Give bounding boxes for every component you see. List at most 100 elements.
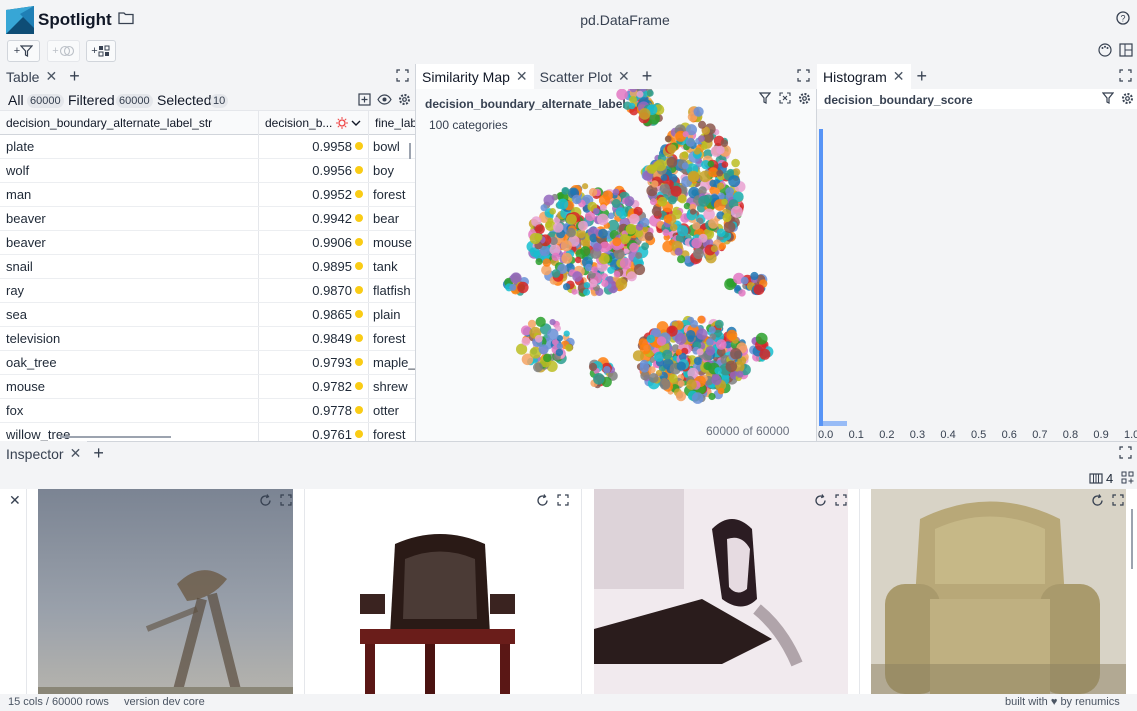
maximize-icon[interactable] [396,69,409,82]
scatter-point[interactable] [725,187,735,196]
scatter-point[interactable] [615,278,628,290]
scatter-point[interactable] [693,147,701,155]
scatter-point[interactable] [560,240,572,252]
scatter-point[interactable] [728,175,741,188]
scatter-point[interactable] [641,242,649,251]
scatter-point[interactable] [736,370,744,378]
scatter-point[interactable] [646,334,655,344]
scatter-point[interactable] [697,315,706,324]
scatter-point[interactable] [674,333,687,345]
add-tab-button[interactable]: + [87,441,110,466]
scatter-point[interactable] [720,139,729,147]
scatter-point[interactable] [563,330,570,337]
scatter-point[interactable] [635,252,643,259]
eye-icon[interactable] [377,93,392,106]
close-icon[interactable]: ✕ [70,445,82,462]
scatter-point[interactable] [670,185,682,197]
layout-icon[interactable] [1119,43,1133,57]
table-row[interactable]: oak_tree 0.9793 maple_ [0,351,415,375]
close-icon[interactable]: ✕ [9,492,21,509]
scatter-point[interactable] [598,228,608,239]
scatter-point[interactable] [543,194,555,206]
scatter-point[interactable] [692,221,701,230]
scatter-point[interactable] [711,375,722,386]
scatter-point[interactable] [628,102,636,110]
scatter-point[interactable] [543,353,552,363]
scatter-point[interactable] [708,326,716,334]
add-column-icon[interactable] [358,93,371,106]
scatter-point[interactable] [716,145,725,155]
maximize-icon[interactable] [1119,69,1132,82]
expand-icon[interactable] [557,494,569,507]
table-row[interactable]: television 0.9849 forest [0,327,415,351]
scatter-point[interactable] [691,392,704,404]
scatter-point[interactable] [547,217,554,224]
image-card[interactable] [305,489,582,694]
scatter-point[interactable] [716,339,727,350]
scatter-point[interactable] [668,373,678,383]
scatter-point[interactable] [616,89,628,101]
tab-similarity-map[interactable]: Similarity Map ✕ [416,64,534,89]
close-icon[interactable]: ✕ [45,68,57,85]
scatter-point[interactable] [644,231,654,241]
scatter-point[interactable] [674,247,683,256]
scatter-point[interactable] [580,246,591,257]
scatter-point[interactable] [629,213,640,225]
scatter-point[interactable] [662,229,670,237]
scatter-point[interactable] [561,187,570,195]
scatter-point[interactable] [740,276,749,285]
scatter-point[interactable] [607,266,615,274]
scatter-point[interactable] [660,174,668,181]
close-icon[interactable]: ✕ [516,68,528,85]
scatter-point[interactable] [705,346,716,356]
scatter-point[interactable] [603,190,613,201]
table-row[interactable]: sea 0.9865 plain [0,303,415,327]
all-label[interactable]: All [8,92,24,108]
scatter-point[interactable] [662,349,673,360]
scatter-point[interactable] [717,387,725,395]
expand-icon[interactable] [280,494,292,507]
scatter-point[interactable] [549,319,556,326]
settings-icon[interactable] [398,93,411,106]
scatter-point[interactable] [686,379,697,391]
scatter-point[interactable] [663,214,673,224]
scatter-point[interactable] [721,161,729,168]
scatter-point[interactable] [612,237,622,247]
scatter-point[interactable] [607,212,615,220]
scatter-point[interactable] [599,204,607,212]
add-view-icon[interactable] [1121,471,1134,484]
scatter-point[interactable] [632,350,644,362]
expand-icon[interactable] [835,494,847,507]
scatter-point[interactable] [677,225,689,237]
filter-icon[interactable] [1102,92,1114,104]
scatter-point[interactable] [677,255,686,264]
scatter-point[interactable] [593,242,602,252]
image-card[interactable] [27,489,305,694]
scatter-point[interactable] [563,283,571,291]
tab-scatter-plot[interactable]: Scatter Plot ✕ [534,64,636,89]
scatter-point[interactable] [717,182,725,190]
scatter-point[interactable] [613,270,621,278]
scatter-point[interactable] [731,158,740,168]
tab-histogram[interactable]: Histogram ✕ [817,64,911,89]
scatter-point[interactable] [687,335,694,343]
scatter-point[interactable] [681,151,689,158]
scatter-point[interactable] [533,362,543,373]
scatter-point[interactable] [589,279,598,288]
scatter-point[interactable] [551,252,560,261]
scatter-point[interactable] [698,120,706,129]
scatter-point[interactable] [633,263,646,276]
filtered-label[interactable]: Filtered [68,92,115,108]
scatter-point[interactable] [588,188,598,197]
chevron-down-icon[interactable] [351,119,361,127]
scatter-point[interactable] [527,319,537,328]
vertical-scrollbar[interactable] [409,143,411,159]
table-row[interactable]: plate 0.9958 bowl [0,135,415,159]
scatter-point[interactable] [578,220,588,231]
scatter-point[interactable] [675,349,682,356]
settings-icon[interactable] [1121,92,1134,105]
column-header-score[interactable]: decision_b... [259,111,369,135]
horizontal-scrollbar[interactable] [60,436,171,438]
scatter-point[interactable] [534,334,543,343]
scatter-point[interactable] [657,196,668,207]
